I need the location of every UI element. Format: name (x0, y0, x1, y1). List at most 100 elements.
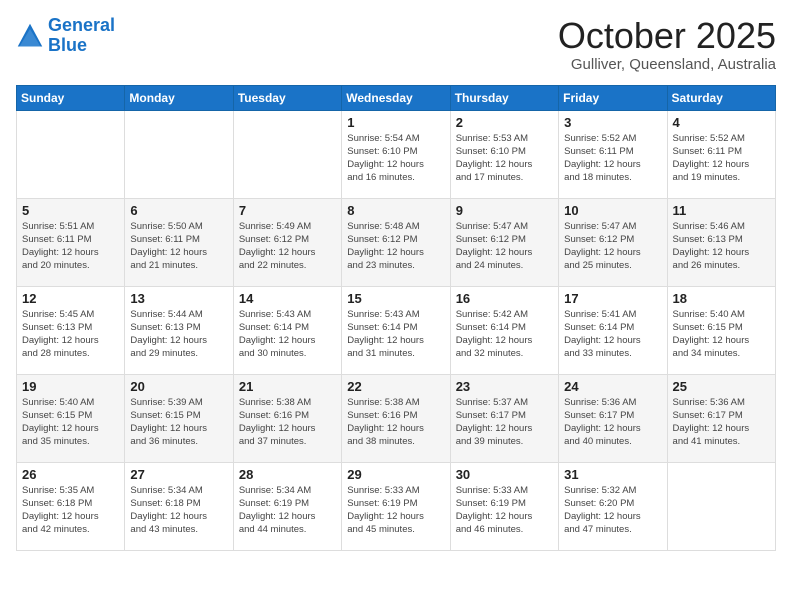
weekday-header-saturday: Saturday (667, 85, 775, 110)
page-header: General Blue October 2025 Gulliver, Quee… (16, 16, 776, 73)
day-number: 30 (456, 467, 553, 482)
calendar-day-17: 17 Sunrise: 5:41 AM Sunset: 6:14 PM Dayli… (559, 286, 667, 374)
day-info: Sunrise: 5:52 AM Sunset: 6:11 PM Dayligh… (673, 132, 770, 185)
day-number: 25 (673, 379, 770, 394)
day-number: 24 (564, 379, 661, 394)
calendar-day-9: 9 Sunrise: 5:47 AM Sunset: 6:12 PM Daylig… (450, 198, 558, 286)
calendar-day-12: 12Sunrise: 5:45 AM Sunset: 6:13 PM Dayli… (17, 286, 125, 374)
day-info: Sunrise: 5:41 AM Sunset: 6:14 PM Dayligh… (564, 308, 661, 361)
day-info: Sunrise: 5:44 AM Sunset: 6:13 PM Dayligh… (130, 308, 227, 361)
calendar-day-5: 5 Sunrise: 5:51 AM Sunset: 6:11 PM Daylig… (17, 198, 125, 286)
day-number: 14 (239, 291, 336, 306)
day-number: 22 (347, 379, 444, 394)
calendar-day-3: 3Sunrise: 5:52 AM Sunset: 6:11 PM Daylig… (559, 110, 667, 198)
month-title: October 2025 (558, 16, 776, 56)
weekday-header-wednesday: Wednesday (342, 85, 450, 110)
empty-cell (667, 462, 775, 550)
day-number: 21 (239, 379, 336, 394)
calendar-week-3: 12Sunrise: 5:45 AM Sunset: 6:13 PM Dayli… (17, 286, 776, 374)
day-info: Sunrise: 5:38 AM Sunset: 6:16 PM Dayligh… (347, 396, 444, 449)
empty-cell (125, 110, 233, 198)
weekday-header-row: SundayMondayTuesdayWednesdayThursdayFrid… (17, 85, 776, 110)
calendar-day-29: 29Sunrise: 5:33 AM Sunset: 6:19 PM Dayli… (342, 462, 450, 550)
day-info: Sunrise: 5:54 AM Sunset: 6:10 PM Dayligh… (347, 132, 444, 185)
calendar: SundayMondayTuesdayWednesdayThursdayFrid… (16, 85, 776, 551)
day-info: Sunrise: 5:46 AM Sunset: 6:13 PM Dayligh… (673, 220, 770, 273)
calendar-day-8: 8Sunrise: 5:48 AM Sunset: 6:12 PM Daylig… (342, 198, 450, 286)
day-number: 28 (239, 467, 336, 482)
logo-line2: Blue (48, 35, 87, 55)
day-number: 2 (456, 115, 553, 130)
weekday-header-monday: Monday (125, 85, 233, 110)
calendar-day-10: 10 Sunrise: 5:47 AM Sunset: 6:12 PM Dayli… (559, 198, 667, 286)
day-info: Sunrise: 5:38 AM Sunset: 6:16 PM Dayligh… (239, 396, 336, 449)
day-number: 15 (347, 291, 444, 306)
day-info: Sunrise: 5:33 AM Sunset: 6:19 PM Dayligh… (347, 484, 444, 537)
calendar-day-14: 14Sunrise: 5:43 AM Sunset: 6:14 PM Dayli… (233, 286, 341, 374)
day-number: 31 (564, 467, 661, 482)
calendar-day-19: 19Sunrise: 5:40 AM Sunset: 6:15 PM Dayli… (17, 374, 125, 462)
day-number: 8 (347, 203, 444, 218)
calendar-day-24: 24Sunrise: 5:36 AM Sunset: 6:17 PM Dayli… (559, 374, 667, 462)
day-number: 4 (673, 115, 770, 130)
day-number: 3 (564, 115, 661, 130)
day-number: 10 (564, 203, 661, 218)
day-info: Sunrise: 5:40 AM Sunset: 6:15 PM Dayligh… (22, 396, 119, 449)
calendar-day-20: 20 Sunrise: 5:39 AM Sunset: 6:15 PM Dayli… (125, 374, 233, 462)
day-info: Sunrise: 5:39 AM Sunset: 6:15 PM Dayligh… (130, 396, 227, 449)
day-info: Sunrise: 5:47 AM Sunset: 6:12 PM Dayligh… (456, 220, 553, 273)
day-info: Sunrise: 5:49 AM Sunset: 6:12 PM Dayligh… (239, 220, 336, 273)
calendar-week-4: 19Sunrise: 5:40 AM Sunset: 6:15 PM Dayli… (17, 374, 776, 462)
day-number: 18 (673, 291, 770, 306)
title-block: October 2025 Gulliver, Queensland, Austr… (558, 16, 776, 73)
calendar-day-13: 13 Sunrise: 5:44 AM Sunset: 6:13 PM Dayli… (125, 286, 233, 374)
logo-icon (16, 22, 44, 50)
logo-line1: General (48, 15, 115, 35)
day-number: 27 (130, 467, 227, 482)
day-info: Sunrise: 5:34 AM Sunset: 6:19 PM Dayligh… (239, 484, 336, 537)
calendar-day-1: 1 Sunrise: 5:54 AM Sunset: 6:10 PM Daylig… (342, 110, 450, 198)
calendar-day-7: 7 Sunrise: 5:49 AM Sunset: 6:12 PM Daylig… (233, 198, 341, 286)
weekday-header-sunday: Sunday (17, 85, 125, 110)
calendar-day-27: 27 Sunrise: 5:34 AM Sunset: 6:18 PM Dayli… (125, 462, 233, 550)
calendar-day-28: 28 Sunrise: 5:34 AM Sunset: 6:19 PM Dayli… (233, 462, 341, 550)
logo-text: General Blue (48, 16, 115, 56)
day-info: Sunrise: 5:32 AM Sunset: 6:20 PM Dayligh… (564, 484, 661, 537)
calendar-day-2: 2 Sunrise: 5:53 AM Sunset: 6:10 PM Daylig… (450, 110, 558, 198)
day-info: Sunrise: 5:37 AM Sunset: 6:17 PM Dayligh… (456, 396, 553, 449)
empty-cell (233, 110, 341, 198)
day-info: Sunrise: 5:35 AM Sunset: 6:18 PM Dayligh… (22, 484, 119, 537)
day-number: 13 (130, 291, 227, 306)
day-info: Sunrise: 5:50 AM Sunset: 6:11 PM Dayligh… (130, 220, 227, 273)
day-number: 6 (130, 203, 227, 218)
logo: General Blue (16, 16, 115, 56)
day-info: Sunrise: 5:34 AM Sunset: 6:18 PM Dayligh… (130, 484, 227, 537)
day-info: Sunrise: 5:43 AM Sunset: 6:14 PM Dayligh… (347, 308, 444, 361)
calendar-day-30: 30Sunrise: 5:33 AM Sunset: 6:19 PM Dayli… (450, 462, 558, 550)
day-number: 1 (347, 115, 444, 130)
day-info: Sunrise: 5:53 AM Sunset: 6:10 PM Dayligh… (456, 132, 553, 185)
day-number: 7 (239, 203, 336, 218)
calendar-day-25: 25Sunrise: 5:36 AM Sunset: 6:17 PM Dayli… (667, 374, 775, 462)
day-number: 16 (456, 291, 553, 306)
calendar-week-1: 1 Sunrise: 5:54 AM Sunset: 6:10 PM Daylig… (17, 110, 776, 198)
day-number: 9 (456, 203, 553, 218)
day-info: Sunrise: 5:51 AM Sunset: 6:11 PM Dayligh… (22, 220, 119, 273)
calendar-day-22: 22 Sunrise: 5:38 AM Sunset: 6:16 PM Dayli… (342, 374, 450, 462)
day-number: 23 (456, 379, 553, 394)
day-info: Sunrise: 5:47 AM Sunset: 6:12 PM Dayligh… (564, 220, 661, 273)
calendar-day-15: 15 Sunrise: 5:43 AM Sunset: 6:14 PM Dayli… (342, 286, 450, 374)
calendar-day-21: 21 Sunrise: 5:38 AM Sunset: 6:16 PM Dayli… (233, 374, 341, 462)
calendar-week-2: 5 Sunrise: 5:51 AM Sunset: 6:11 PM Daylig… (17, 198, 776, 286)
calendar-day-6: 6 Sunrise: 5:50 AM Sunset: 6:11 PM Daylig… (125, 198, 233, 286)
calendar-day-23: 23 Sunrise: 5:37 AM Sunset: 6:17 PM Dayli… (450, 374, 558, 462)
day-number: 17 (564, 291, 661, 306)
day-number: 5 (22, 203, 119, 218)
calendar-day-16: 16Sunrise: 5:42 AM Sunset: 6:14 PM Dayli… (450, 286, 558, 374)
calendar-day-11: 11Sunrise: 5:46 AM Sunset: 6:13 PM Dayli… (667, 198, 775, 286)
day-number: 20 (130, 379, 227, 394)
calendar-day-18: 18Sunrise: 5:40 AM Sunset: 6:15 PM Dayli… (667, 286, 775, 374)
location-title: Gulliver, Queensland, Australia (558, 56, 776, 73)
calendar-week-5: 26 Sunrise: 5:35 AM Sunset: 6:18 PM Dayli… (17, 462, 776, 550)
day-number: 26 (22, 467, 119, 482)
